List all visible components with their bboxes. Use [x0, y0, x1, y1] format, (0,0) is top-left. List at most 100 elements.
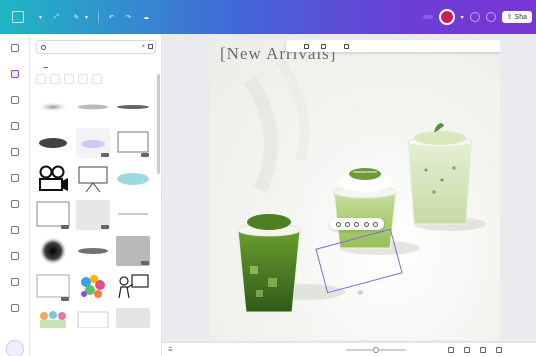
- projector-screen-graphic: [78, 166, 108, 193]
- elements-panel: ×: [30, 34, 162, 356]
- filter-icon[interactable]: [148, 44, 153, 49]
- crop-icon[interactable]: [304, 43, 309, 49]
- rail-item-charts[interactable]: [0, 244, 30, 270]
- rail-item-brand[interactable]: [0, 114, 30, 140]
- design-page[interactable]: [New Arrivals]: [210, 40, 500, 340]
- stats-icon[interactable]: [469, 12, 480, 22]
- avatar[interactable]: [438, 9, 455, 25]
- resize-button[interactable]: ⤢: [48, 9, 68, 25]
- grid-item[interactable]: [76, 128, 110, 158]
- grid-item[interactable]: [116, 308, 150, 328]
- home-button[interactable]: [12, 11, 24, 23]
- fullscreen-icon[interactable]: [480, 347, 486, 353]
- lock-icon[interactable]: [345, 221, 351, 227]
- grid-item[interactable]: [36, 272, 70, 302]
- clear-search-icon[interactable]: ×: [141, 44, 145, 50]
- tab-graphics[interactable]: [44, 58, 48, 68]
- rotation-handle[interactable]: [358, 290, 363, 295]
- filter-chip[interactable]: [78, 74, 88, 84]
- grid-view-icon[interactable]: [464, 347, 470, 353]
- top-toolbar: ▾ ⤢ ✎ ▾ ↶ ↷ ☁ ▾ ⇪ Sha: [0, 0, 536, 34]
- filter-chip[interactable]: [50, 74, 60, 84]
- grid-item[interactable]: [36, 164, 70, 194]
- canvas-area: [New Arrivals]: [162, 34, 536, 342]
- zoom-slider[interactable]: [346, 347, 406, 353]
- filter-chip[interactable]: [64, 74, 74, 84]
- topbar-right-group: ▾ ⇪ Sha: [422, 9, 532, 25]
- grid-item[interactable]: [76, 272, 110, 302]
- grid-item[interactable]: [76, 236, 110, 266]
- rail-item-more[interactable]: [0, 296, 30, 322]
- rail-item-draw[interactable]: [0, 166, 30, 192]
- share-button[interactable]: ⇪ Sha: [501, 11, 532, 23]
- grid-item[interactable]: [36, 308, 70, 328]
- tab-audio[interactable]: [68, 58, 72, 68]
- radial-shadow-graphic: [39, 237, 67, 265]
- rail-item-projects[interactable]: [0, 192, 30, 218]
- zoom-slider-knob[interactable]: [373, 347, 379, 353]
- filter-chip[interactable]: [36, 74, 46, 84]
- undo-button[interactable]: ↶: [103, 9, 120, 25]
- grid-item[interactable]: [76, 200, 110, 230]
- rail-item-design[interactable]: [0, 36, 30, 62]
- premium-badge: [141, 261, 149, 265]
- rail-item-photos[interactable]: [0, 270, 30, 296]
- tab-photos[interactable]: [52, 58, 56, 68]
- dark-oval-graphic: [39, 138, 67, 148]
- rail-item-text[interactable]: [0, 88, 30, 114]
- grid-item[interactable]: [116, 272, 150, 302]
- text-icon: [11, 96, 19, 104]
- filter-chips: [36, 74, 158, 84]
- transparency-icon[interactable]: [321, 43, 326, 49]
- cloud-sync-button[interactable]: ☁: [137, 9, 155, 25]
- delete-icon[interactable]: [363, 221, 369, 227]
- file-menu-button[interactable]: ▾: [30, 9, 48, 25]
- resize-icon: ⤢: [54, 13, 59, 20]
- grid-item[interactable]: [76, 164, 110, 194]
- teal-oval-graphic: [117, 173, 149, 185]
- colorful-splash-graphic: [81, 275, 105, 298]
- edit-button[interactable]: ✎ ▾: [68, 9, 94, 25]
- product-photo: [237, 57, 486, 313]
- frame-graphic: [77, 311, 109, 328]
- filter-chip[interactable]: [92, 74, 102, 84]
- redo-button[interactable]: ↷: [120, 9, 137, 25]
- tab-videos[interactable]: [60, 58, 64, 68]
- tab-more[interactable]: [76, 58, 80, 68]
- copy-icon[interactable]: [354, 221, 360, 227]
- grid-item[interactable]: [36, 200, 70, 230]
- grid-item[interactable]: [36, 92, 70, 122]
- premium-badge: [61, 225, 69, 229]
- share-icon: ⇪: [506, 14, 513, 21]
- grid-item[interactable]: [116, 200, 150, 230]
- grid-item[interactable]: [116, 128, 150, 158]
- panel-scrollbar[interactable]: [157, 74, 160, 174]
- grid-item[interactable]: [76, 308, 110, 328]
- tab-all[interactable]: [36, 58, 40, 68]
- divider: [97, 11, 99, 23]
- upgrade-button[interactable]: [422, 15, 433, 19]
- draw-icon: [11, 174, 19, 182]
- premium-badge: [101, 225, 109, 229]
- more-options-icon[interactable]: [344, 43, 349, 49]
- avatar-chevron-icon[interactable]: ▾: [461, 9, 464, 25]
- comment-icon[interactable]: [485, 12, 496, 22]
- rail-item-uploads[interactable]: [0, 140, 30, 166]
- search-input[interactable]: ×: [36, 40, 156, 54]
- rail-item-elements[interactable]: [0, 62, 30, 88]
- uploads-icon: [11, 148, 19, 156]
- magic-assistant-button[interactable]: [6, 340, 24, 356]
- rail-item-apps[interactable]: [0, 218, 30, 244]
- brand-icon: [11, 122, 19, 130]
- grid-item[interactable]: [36, 128, 70, 158]
- more-icon[interactable]: [372, 221, 378, 227]
- grid-item[interactable]: [116, 236, 150, 266]
- grid-item[interactable]: [116, 164, 150, 194]
- rotate-icon[interactable]: [336, 221, 342, 227]
- grid-item[interactable]: [36, 236, 70, 266]
- grid-item[interactable]: [116, 92, 150, 122]
- grid-item[interactable]: [76, 92, 110, 122]
- help-icon[interactable]: [496, 347, 502, 353]
- pages-icon[interactable]: [448, 347, 454, 353]
- notes-button[interactable]: ☰: [168, 347, 174, 353]
